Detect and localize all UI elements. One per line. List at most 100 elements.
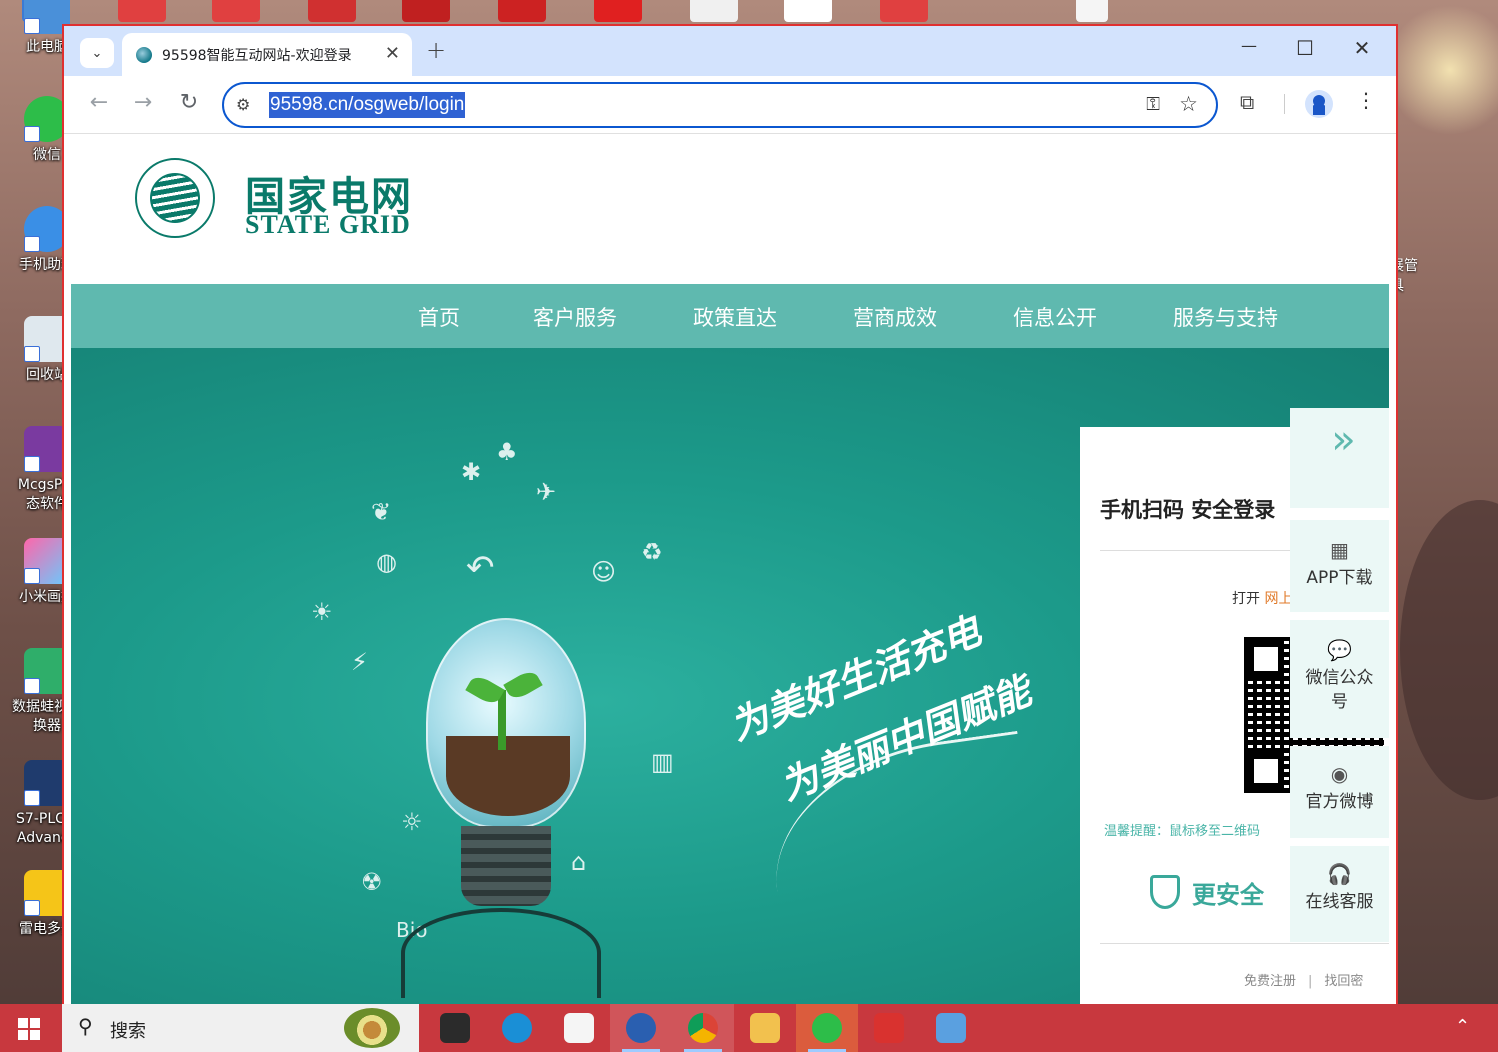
taskbar-search-box[interactable]: ⚲ 搜索 xyxy=(62,1004,419,1052)
taskbar-app-wps[interactable] xyxy=(858,1004,920,1052)
qr-code-icon: ▦ xyxy=(1330,538,1349,562)
main-nav: 首页 客户服务 政策直达 营商成效 信息公开 服务与支持 xyxy=(71,284,1389,348)
control-panel-icon xyxy=(936,1013,966,1043)
taskbar-app-wechat[interactable] xyxy=(796,1004,858,1052)
folder-icon xyxy=(750,1013,780,1043)
close-window-button[interactable]: ✕ xyxy=(1342,36,1382,60)
music-icon xyxy=(440,1013,470,1043)
wechat-icon xyxy=(812,1013,842,1043)
profile-avatar-icon[interactable] xyxy=(1305,90,1333,118)
browser-menu-icon[interactable]: ⋮ xyxy=(1356,88,1376,112)
desktop-top-icon[interactable] xyxy=(498,0,546,22)
tab-search-button[interactable]: ⌄ xyxy=(80,38,114,68)
search-icon: ⚲ xyxy=(78,1014,93,1038)
desktop-top-icon[interactable] xyxy=(690,0,738,22)
tab-close-icon[interactable]: ✕ xyxy=(385,43,400,64)
bookmark-star-icon[interactable]: ☆ xyxy=(1179,92,1198,116)
taskbar-app-control[interactable] xyxy=(920,1004,982,1052)
taskbar-app-ub[interactable] xyxy=(610,1004,672,1052)
register-link[interactable]: 免费注册 xyxy=(1244,974,1296,989)
globe-doodle-icon: ◍ xyxy=(376,548,397,576)
arrow-doodle-icon: ↶ xyxy=(466,548,495,588)
new-tab-button[interactable]: + xyxy=(426,36,446,64)
tab-active[interactable]: 95598智能互动网站-欢迎登录 ✕ xyxy=(122,33,412,76)
address-url-text[interactable]: 95598.cn/osgweb/login xyxy=(269,92,466,118)
nav-item-policy[interactable]: 政策直达 xyxy=(693,302,777,332)
browser-toolbar: ← → ↻ ⚙ 95598.cn/osgweb/login ⚿ ☆ ⧉ ⋮ xyxy=(64,76,1396,134)
desktop-top-icon[interactable] xyxy=(1076,0,1108,22)
desktop-top-icon[interactable] xyxy=(212,0,260,22)
hero-banner: ✱ ❦ ◍ ♻ ✈ ♣ ↶ ☀ ⚡ ☺ ⌂ ▥ ☢ ☼ Bio 为美好生活充电 xyxy=(71,348,1389,1052)
chrome-icon xyxy=(688,1013,718,1043)
logo-english[interactable]: STATE GRID xyxy=(245,210,411,240)
power-cord xyxy=(401,908,601,998)
extensions-icon[interactable]: ⧉ xyxy=(1240,90,1254,114)
back-button[interactable]: ← xyxy=(84,90,114,115)
maximize-button[interactable]: ☐ xyxy=(1285,36,1325,60)
secure-label: 更安全 xyxy=(1192,881,1264,909)
toolbar-divider xyxy=(1284,94,1285,114)
browser-window: ⌄ 95598智能互动网站-欢迎登录 ✕ + — ☐ ✕ ← → ↻ ⚙ 955… xyxy=(62,24,1398,1052)
desktop-icon-label-partial[interactable]: 展管 具 xyxy=(1390,255,1450,295)
edge-icon xyxy=(502,1013,532,1043)
nav-item-business[interactable]: 营商成效 xyxy=(853,302,937,332)
nav-item-customer-service[interactable]: 客户服务 xyxy=(533,302,617,332)
password-key-icon[interactable]: ⚿ xyxy=(1146,94,1160,115)
shield-check-icon xyxy=(1150,875,1180,909)
reload-button[interactable]: ↻ xyxy=(174,90,204,115)
nav-item-info-disclosure[interactable]: 信息公开 xyxy=(1013,302,1097,332)
qq-icon xyxy=(564,1013,594,1043)
tree-icon: ♣ xyxy=(496,438,518,466)
ub-icon xyxy=(626,1013,656,1043)
desktop-top-icon[interactable] xyxy=(880,0,928,22)
globe-icon xyxy=(150,173,200,223)
plug-icon: ⚡ xyxy=(351,648,368,676)
taskbar-app-chrome[interactable] xyxy=(672,1004,734,1052)
login-open-app-link[interactable]: 网上 xyxy=(1264,591,1292,607)
paper-plane-icon: ✈ xyxy=(536,478,557,506)
sidebar-item-label: APP下载 xyxy=(1306,568,1373,588)
double-chevron-right-icon: » xyxy=(1331,417,1355,463)
desktop-top-icon[interactable] xyxy=(594,0,642,22)
desktop-top-icon[interactable] xyxy=(118,0,166,22)
minimize-button[interactable]: — xyxy=(1229,36,1269,55)
sidebar-item-online-service[interactable]: 🎧 在线客服 xyxy=(1290,846,1389,942)
nav-item-support[interactable]: 服务与支持 xyxy=(1173,302,1278,332)
wallpaper-shape xyxy=(1400,500,1498,800)
taskbar-app-music[interactable] xyxy=(424,1004,486,1052)
recover-password-link[interactable]: 找回密 xyxy=(1324,974,1363,989)
taskbar-app-file-explorer[interactable] xyxy=(734,1004,796,1052)
login-secure-text: 更安全 xyxy=(1192,875,1264,910)
floating-sidebar: » ▦ APP下载 💬 微信公众号 ◉ 官方微博 🎧 在线客服 xyxy=(1290,408,1389,942)
site-favicon-icon xyxy=(136,47,152,63)
lightbulb-illustration xyxy=(426,618,586,828)
desktop-top-icon[interactable] xyxy=(784,0,832,22)
desktop-top-row-icons xyxy=(0,0,1108,22)
wallpaper-glow xyxy=(1390,0,1498,140)
login-tip: 温馨提醒：鼠标移至二维码 xyxy=(1104,824,1261,839)
sidebar-item-wechat[interactable]: 💬 微信公众号 xyxy=(1290,620,1389,738)
taskbar-app-edge[interactable] xyxy=(486,1004,548,1052)
wechat-icon: 💬 xyxy=(1327,638,1352,662)
sidebar-collapse-button[interactable]: » xyxy=(1290,408,1389,508)
state-grid-emblem-icon[interactable] xyxy=(135,158,215,238)
search-placeholder: 搜索 xyxy=(110,1021,146,1042)
lightbulb-doodle-icon: ☀ xyxy=(311,598,333,626)
leaf-icon: ❦ xyxy=(371,498,392,526)
tab-strip: ⌄ 95598智能互动网站-欢迎登录 ✕ + — ☐ ✕ xyxy=(64,26,1396,76)
site-settings-icon[interactable]: ⚙ xyxy=(236,95,250,114)
lightbulb-base xyxy=(461,826,551,906)
web-page: 国家电网 STATE GRID 首页 客户服务 政策直达 营商成效 信息公开 服… xyxy=(71,134,1389,1052)
forward-button[interactable]: → xyxy=(128,90,158,115)
address-bar[interactable]: ⚙ 95598.cn/osgweb/login ⚿ ☆ xyxy=(222,82,1218,128)
windows-start-icon[interactable] xyxy=(18,1018,40,1040)
desktop-top-icon[interactable] xyxy=(402,0,450,22)
taskbar-app-qq[interactable] xyxy=(548,1004,610,1052)
sun-icon: ☼ xyxy=(401,808,423,836)
desktop-top-icon[interactable] xyxy=(308,0,356,22)
tray-chevron-up-icon[interactable]: ⌃ xyxy=(1455,1016,1470,1037)
sidebar-item-weibo[interactable]: ◉ 官方微博 xyxy=(1290,746,1389,838)
login-open-prefix: 打开 xyxy=(1232,591,1265,607)
nav-item-home[interactable]: 首页 xyxy=(418,302,460,332)
sidebar-item-app-download[interactable]: ▦ APP下载 xyxy=(1290,520,1389,612)
